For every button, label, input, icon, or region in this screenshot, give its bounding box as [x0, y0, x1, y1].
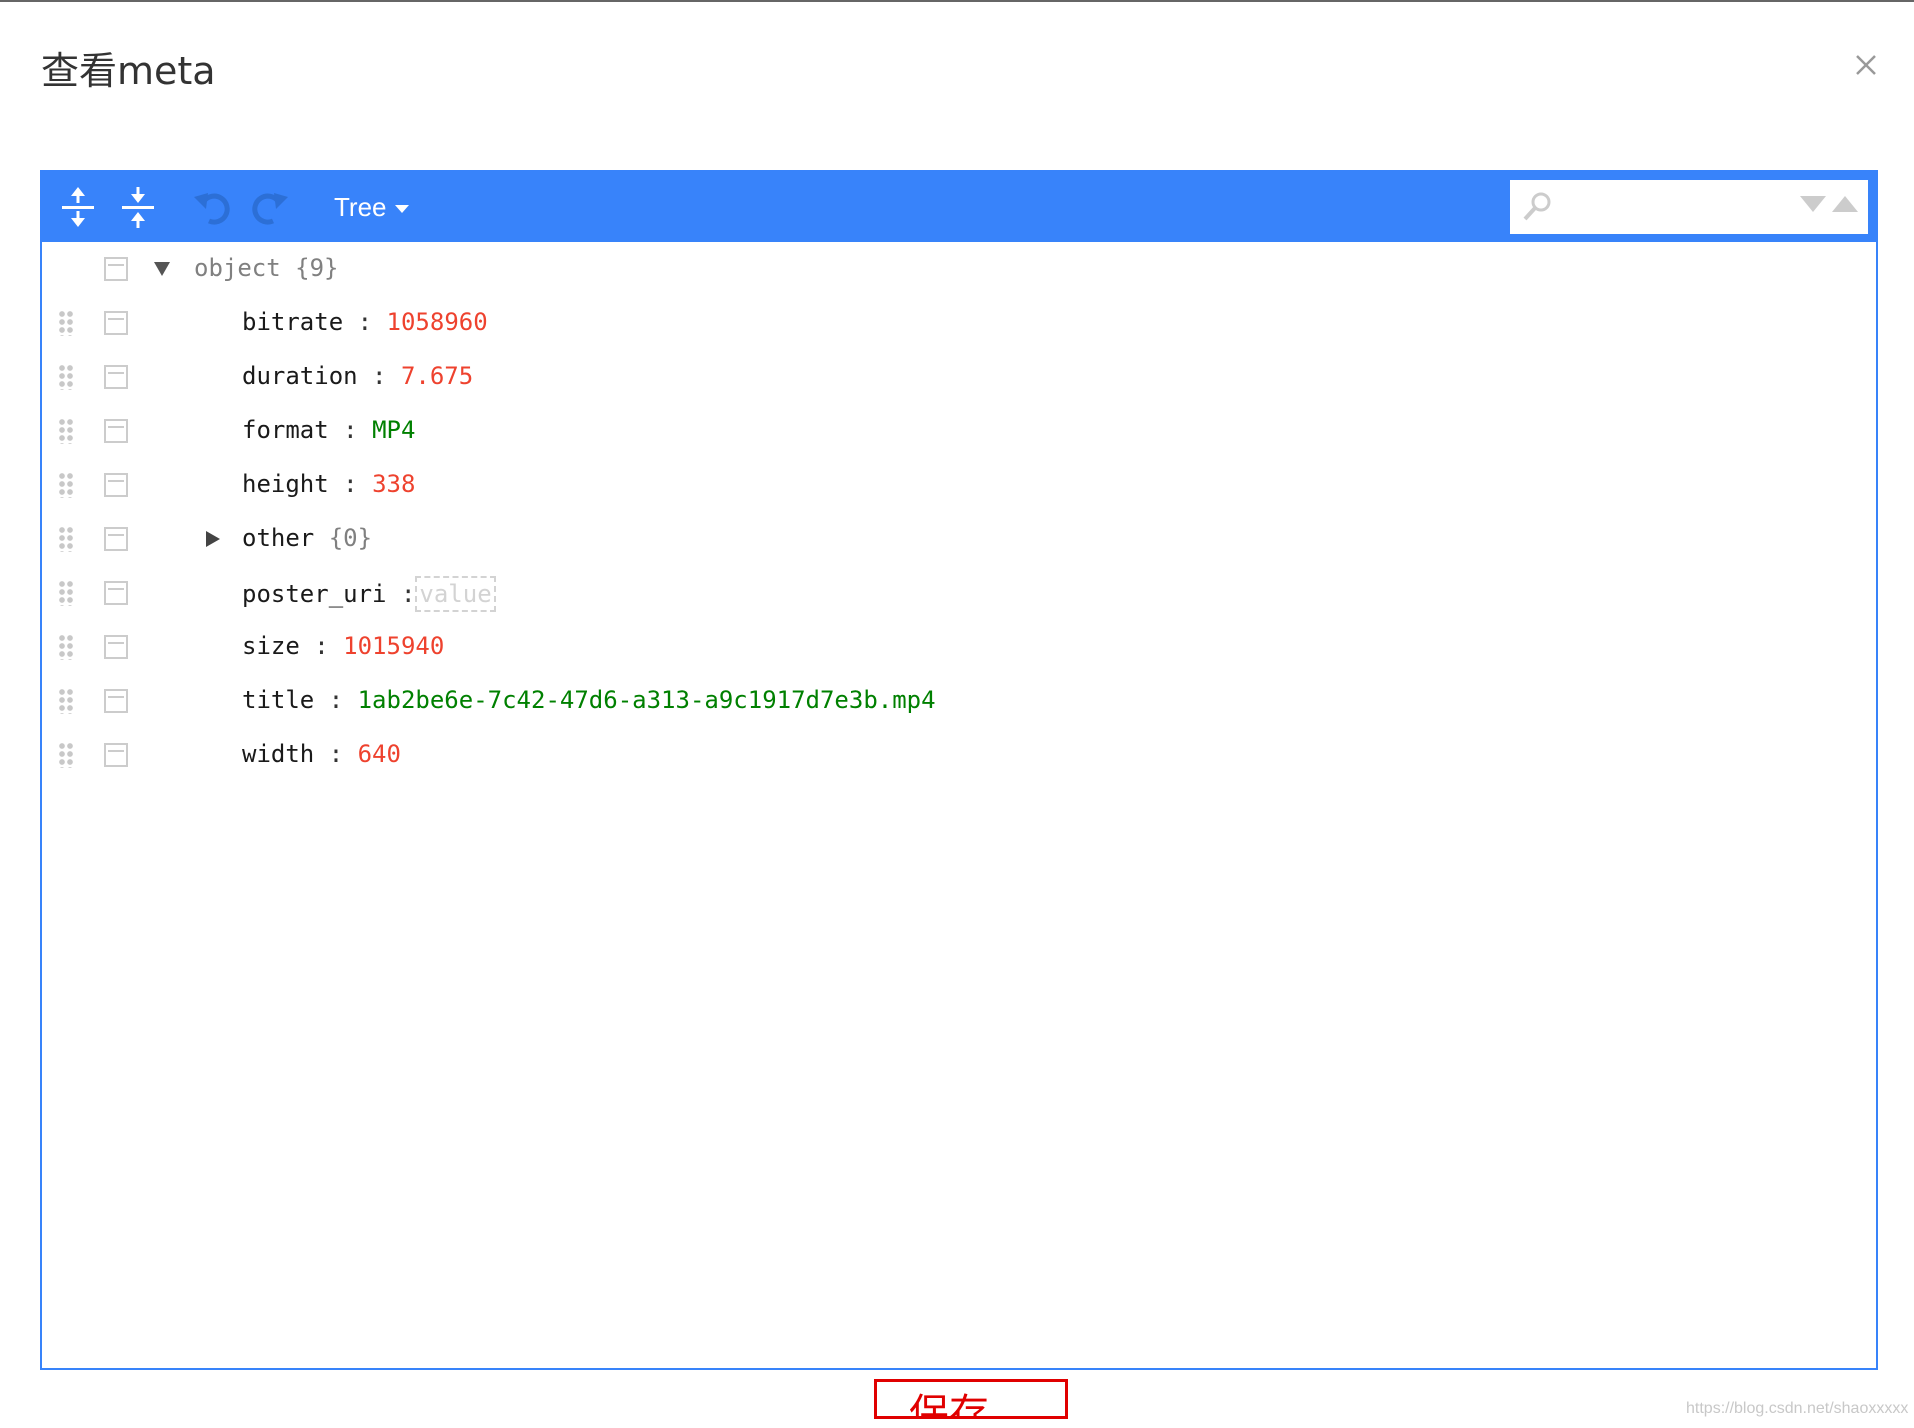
- json-editor: Tree object {9} bitrate : 1058960 durati…: [40, 170, 1878, 1370]
- tree-root-row: object {9}: [42, 242, 1876, 296]
- tree-row-bitrate: bitrate : 1058960: [42, 296, 1876, 350]
- context-menu-icon[interactable]: [104, 527, 128, 551]
- collapse-all-icon[interactable]: [116, 185, 160, 229]
- field-size[interactable]: size : 1015940: [242, 632, 444, 660]
- context-menu-icon[interactable]: [104, 635, 128, 659]
- root-node: object {9}: [194, 254, 339, 282]
- tree-row-size: size : 1015940: [42, 620, 1876, 674]
- mode-dropdown[interactable]: Tree: [334, 192, 409, 223]
- drag-handle-icon[interactable]: [58, 742, 74, 768]
- search-next-icon[interactable]: [1800, 196, 1826, 212]
- drag-handle-icon[interactable]: [58, 472, 74, 498]
- field-height[interactable]: height : 338: [242, 470, 415, 498]
- search-previous-icon[interactable]: [1832, 196, 1858, 212]
- editor-menu-bar: Tree: [42, 172, 1876, 242]
- tree-row-width: width : 640: [42, 728, 1876, 782]
- field-poster-uri[interactable]: poster_uri : value: [242, 576, 496, 612]
- tree-row-duration: duration : 7.675: [42, 350, 1876, 404]
- save-button-label: 保存: [909, 1391, 989, 1419]
- save-button[interactable]: 保存: [874, 1379, 1068, 1419]
- dialog-title: 查看meta: [41, 49, 216, 93]
- drag-handle-icon[interactable]: [58, 364, 74, 390]
- field-duration[interactable]: duration : 7.675: [242, 362, 473, 390]
- tree-row-title: title : 1ab2be6e-7c42-47d6-a313-a9c1917d…: [42, 674, 1876, 728]
- drag-handle-icon[interactable]: [58, 634, 74, 660]
- drag-handle-icon[interactable]: [58, 526, 74, 552]
- context-menu-icon[interactable]: [104, 257, 128, 281]
- drag-handle-icon[interactable]: [58, 310, 74, 336]
- mode-label: Tree: [334, 192, 387, 222]
- redo-icon[interactable]: [248, 185, 292, 229]
- context-menu-icon[interactable]: [104, 473, 128, 497]
- field-width[interactable]: width : 640: [242, 740, 401, 768]
- watermark: https://blog.csdn.net/shaoxxxxx: [1686, 1400, 1909, 1417]
- undo-icon[interactable]: [190, 185, 234, 229]
- search-box: [1510, 180, 1868, 234]
- field-other[interactable]: other {0}: [242, 524, 372, 552]
- field-title[interactable]: title : 1ab2be6e-7c42-47d6-a313-a9c1917d…: [242, 686, 936, 714]
- chevron-down-icon: [394, 205, 409, 214]
- context-menu-icon[interactable]: [104, 365, 128, 389]
- field-format[interactable]: format : MP4: [242, 416, 415, 444]
- drag-handle-icon[interactable]: [58, 580, 74, 606]
- context-menu-icon[interactable]: [104, 743, 128, 767]
- context-menu-icon[interactable]: [104, 581, 128, 605]
- close-icon[interactable]: [1845, 44, 1883, 82]
- tree-row-height: height : 338: [42, 458, 1876, 512]
- drag-handle-icon[interactable]: [58, 688, 74, 714]
- top-rule: [0, 0, 1914, 2]
- search-input[interactable]: [1560, 188, 1784, 226]
- context-menu-icon[interactable]: [104, 689, 128, 713]
- context-menu-icon[interactable]: [104, 311, 128, 335]
- search-icon: [1523, 192, 1551, 221]
- collapsed-triangle-icon[interactable]: [206, 531, 220, 547]
- tree-row-poster-uri: poster_uri : value: [42, 566, 1876, 620]
- expanded-triangle-icon[interactable]: [154, 262, 170, 276]
- tree-row-other: other {0}: [42, 512, 1876, 566]
- empty-value-field: value: [415, 576, 496, 612]
- field-bitrate[interactable]: bitrate : 1058960: [242, 308, 488, 336]
- tree-row-format: format : MP4: [42, 404, 1876, 458]
- context-menu-icon[interactable]: [104, 419, 128, 443]
- drag-handle-icon[interactable]: [58, 418, 74, 444]
- expand-all-icon[interactable]: [56, 185, 100, 229]
